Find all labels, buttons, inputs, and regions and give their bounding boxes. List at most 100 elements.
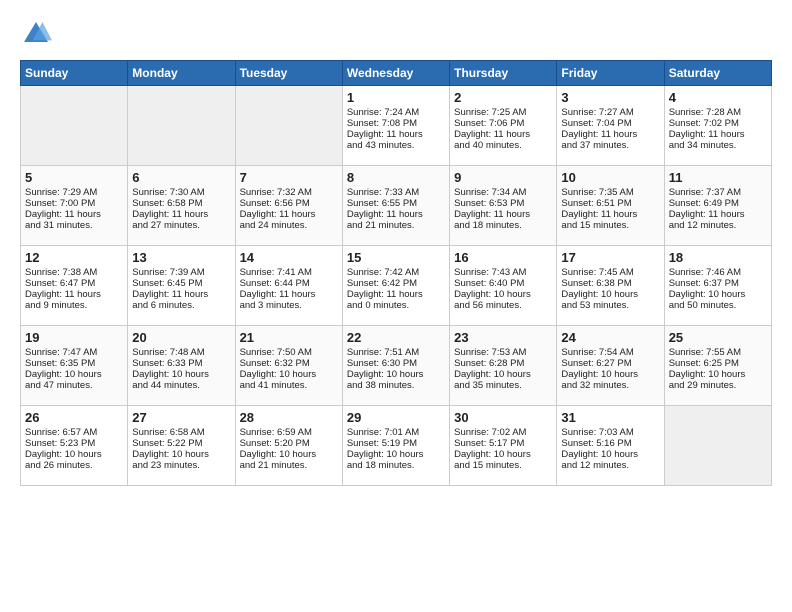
- day-info-line: Sunrise: 7:39 AM: [132, 267, 230, 278]
- day-number: 23: [454, 330, 552, 345]
- day-info-line: and 37 minutes.: [561, 140, 659, 151]
- day-info-line: Sunrise: 7:48 AM: [132, 347, 230, 358]
- calendar-cell: 17Sunrise: 7:45 AMSunset: 6:38 PMDayligh…: [557, 246, 664, 326]
- day-info-line: and 0 minutes.: [347, 300, 445, 311]
- calendar-cell: 12Sunrise: 7:38 AMSunset: 6:47 PMDayligh…: [21, 246, 128, 326]
- day-info-line: and 31 minutes.: [25, 220, 123, 231]
- day-info-line: Sunset: 6:28 PM: [454, 358, 552, 369]
- day-info-line: Sunrise: 6:57 AM: [25, 427, 123, 438]
- day-info-line: and 56 minutes.: [454, 300, 552, 311]
- day-info-line: Daylight: 11 hours: [669, 209, 767, 220]
- day-info-line: Sunrise: 7:33 AM: [347, 187, 445, 198]
- day-info-line: Daylight: 10 hours: [561, 449, 659, 460]
- day-info-line: Daylight: 10 hours: [561, 289, 659, 300]
- calendar-cell: 2Sunrise: 7:25 AMSunset: 7:06 PMDaylight…: [450, 86, 557, 166]
- day-number: 30: [454, 410, 552, 425]
- calendar-cell: 21Sunrise: 7:50 AMSunset: 6:32 PMDayligh…: [235, 326, 342, 406]
- day-number: 14: [240, 250, 338, 265]
- day-info-line: and 21 minutes.: [240, 460, 338, 471]
- day-info-line: Sunrise: 6:59 AM: [240, 427, 338, 438]
- day-info-line: Sunrise: 7:03 AM: [561, 427, 659, 438]
- day-number: 6: [132, 170, 230, 185]
- week-row-1: 1Sunrise: 7:24 AMSunset: 7:08 PMDaylight…: [21, 86, 772, 166]
- day-info-line: Daylight: 10 hours: [347, 369, 445, 380]
- day-info-line: Daylight: 10 hours: [454, 369, 552, 380]
- day-info-line: Sunset: 6:42 PM: [347, 278, 445, 289]
- calendar-cell: 14Sunrise: 7:41 AMSunset: 6:44 PMDayligh…: [235, 246, 342, 326]
- calendar-cell: [128, 86, 235, 166]
- day-info-line: Daylight: 11 hours: [561, 209, 659, 220]
- day-info-line: Daylight: 11 hours: [132, 209, 230, 220]
- day-info-line: Daylight: 11 hours: [347, 209, 445, 220]
- day-info-line: Sunset: 6:27 PM: [561, 358, 659, 369]
- day-number: 15: [347, 250, 445, 265]
- day-info-line: and 29 minutes.: [669, 380, 767, 391]
- day-info-line: and 3 minutes.: [240, 300, 338, 311]
- day-info-line: Sunset: 6:55 PM: [347, 198, 445, 209]
- day-info-line: Sunset: 6:30 PM: [347, 358, 445, 369]
- day-info-line: and 43 minutes.: [347, 140, 445, 151]
- day-header-saturday: Saturday: [664, 61, 771, 86]
- day-info-line: and 21 minutes.: [347, 220, 445, 231]
- day-info-line: and 12 minutes.: [669, 220, 767, 231]
- calendar-cell: 16Sunrise: 7:43 AMSunset: 6:40 PMDayligh…: [450, 246, 557, 326]
- week-row-5: 26Sunrise: 6:57 AMSunset: 5:23 PMDayligh…: [21, 406, 772, 486]
- calendar-cell: 22 Sunrise: 7:51 AMSunset: 6:30 PMDayligh…: [342, 326, 449, 406]
- calendar-cell: 26Sunrise: 6:57 AMSunset: 5:23 PMDayligh…: [21, 406, 128, 486]
- day-number: 10: [561, 170, 659, 185]
- calendar-cell: 1Sunrise: 7:24 AMSunset: 7:08 PMDaylight…: [342, 86, 449, 166]
- day-info-line: and 15 minutes.: [454, 460, 552, 471]
- day-info-line: Sunrise: 7:35 AM: [561, 187, 659, 198]
- day-info-line: Sunset: 7:00 PM: [25, 198, 123, 209]
- calendar-cell: 20Sunrise: 7:48 AMSunset: 6:33 PMDayligh…: [128, 326, 235, 406]
- day-info-line: Sunrise: 7:45 AM: [561, 267, 659, 278]
- day-info-line: and 12 minutes.: [561, 460, 659, 471]
- day-info-line: Sunset: 5:16 PM: [561, 438, 659, 449]
- day-info-line: Sunset: 6:38 PM: [561, 278, 659, 289]
- day-info-line: and 35 minutes.: [454, 380, 552, 391]
- day-info-line: and 23 minutes.: [132, 460, 230, 471]
- calendar-table: SundayMondayTuesdayWednesdayThursdayFrid…: [20, 60, 772, 486]
- calendar-cell: 18Sunrise: 7:46 AMSunset: 6:37 PMDayligh…: [664, 246, 771, 326]
- day-info-line: Sunrise: 7:46 AM: [669, 267, 767, 278]
- day-info-line: Sunrise: 7:51 AM: [347, 347, 445, 358]
- week-row-3: 12Sunrise: 7:38 AMSunset: 6:47 PMDayligh…: [21, 246, 772, 326]
- day-number: 13: [132, 250, 230, 265]
- day-number: 22: [347, 330, 445, 345]
- day-number: 11: [669, 170, 767, 185]
- day-info-line: and 6 minutes.: [132, 300, 230, 311]
- day-info-line: Daylight: 10 hours: [669, 289, 767, 300]
- calendar-cell: 6Sunrise: 7:30 AMSunset: 6:58 PMDaylight…: [128, 166, 235, 246]
- day-info-line: Sunset: 6:40 PM: [454, 278, 552, 289]
- day-info-line: Sunset: 6:47 PM: [25, 278, 123, 289]
- day-number: 1: [347, 90, 445, 105]
- day-number: 16: [454, 250, 552, 265]
- day-info-line: Daylight: 11 hours: [25, 289, 123, 300]
- day-number: 25: [669, 330, 767, 345]
- calendar-cell: 8Sunrise: 7:33 AMSunset: 6:55 PMDaylight…: [342, 166, 449, 246]
- calendar-cell: 11Sunrise: 7:37 AMSunset: 6:49 PMDayligh…: [664, 166, 771, 246]
- day-info-line: and 27 minutes.: [132, 220, 230, 231]
- page: SundayMondayTuesdayWednesdayThursdayFrid…: [0, 0, 792, 496]
- header: [20, 18, 772, 50]
- day-info-line: Sunrise: 7:38 AM: [25, 267, 123, 278]
- day-info-line: Sunrise: 7:30 AM: [132, 187, 230, 198]
- calendar-cell: 24Sunrise: 7:54 AMSunset: 6:27 PMDayligh…: [557, 326, 664, 406]
- day-info-line: Sunrise: 7:27 AM: [561, 107, 659, 118]
- day-info-line: Daylight: 10 hours: [132, 449, 230, 460]
- day-info-line: Daylight: 10 hours: [669, 369, 767, 380]
- day-info-line: Daylight: 10 hours: [25, 449, 123, 460]
- day-number: 26: [25, 410, 123, 425]
- day-info-line: Sunrise: 7:28 AM: [669, 107, 767, 118]
- logo: [20, 18, 56, 50]
- day-info-line: Sunrise: 7:47 AM: [25, 347, 123, 358]
- day-info-line: Daylight: 10 hours: [347, 449, 445, 460]
- day-info-line: and 9 minutes.: [25, 300, 123, 311]
- day-number: 27: [132, 410, 230, 425]
- day-number: 20: [132, 330, 230, 345]
- day-info-line: and 38 minutes.: [347, 380, 445, 391]
- day-info-line: Sunset: 6:32 PM: [240, 358, 338, 369]
- logo-icon: [20, 18, 52, 50]
- calendar-cell: 15Sunrise: 7:42 AMSunset: 6:42 PMDayligh…: [342, 246, 449, 326]
- day-info-line: Sunrise: 7:29 AM: [25, 187, 123, 198]
